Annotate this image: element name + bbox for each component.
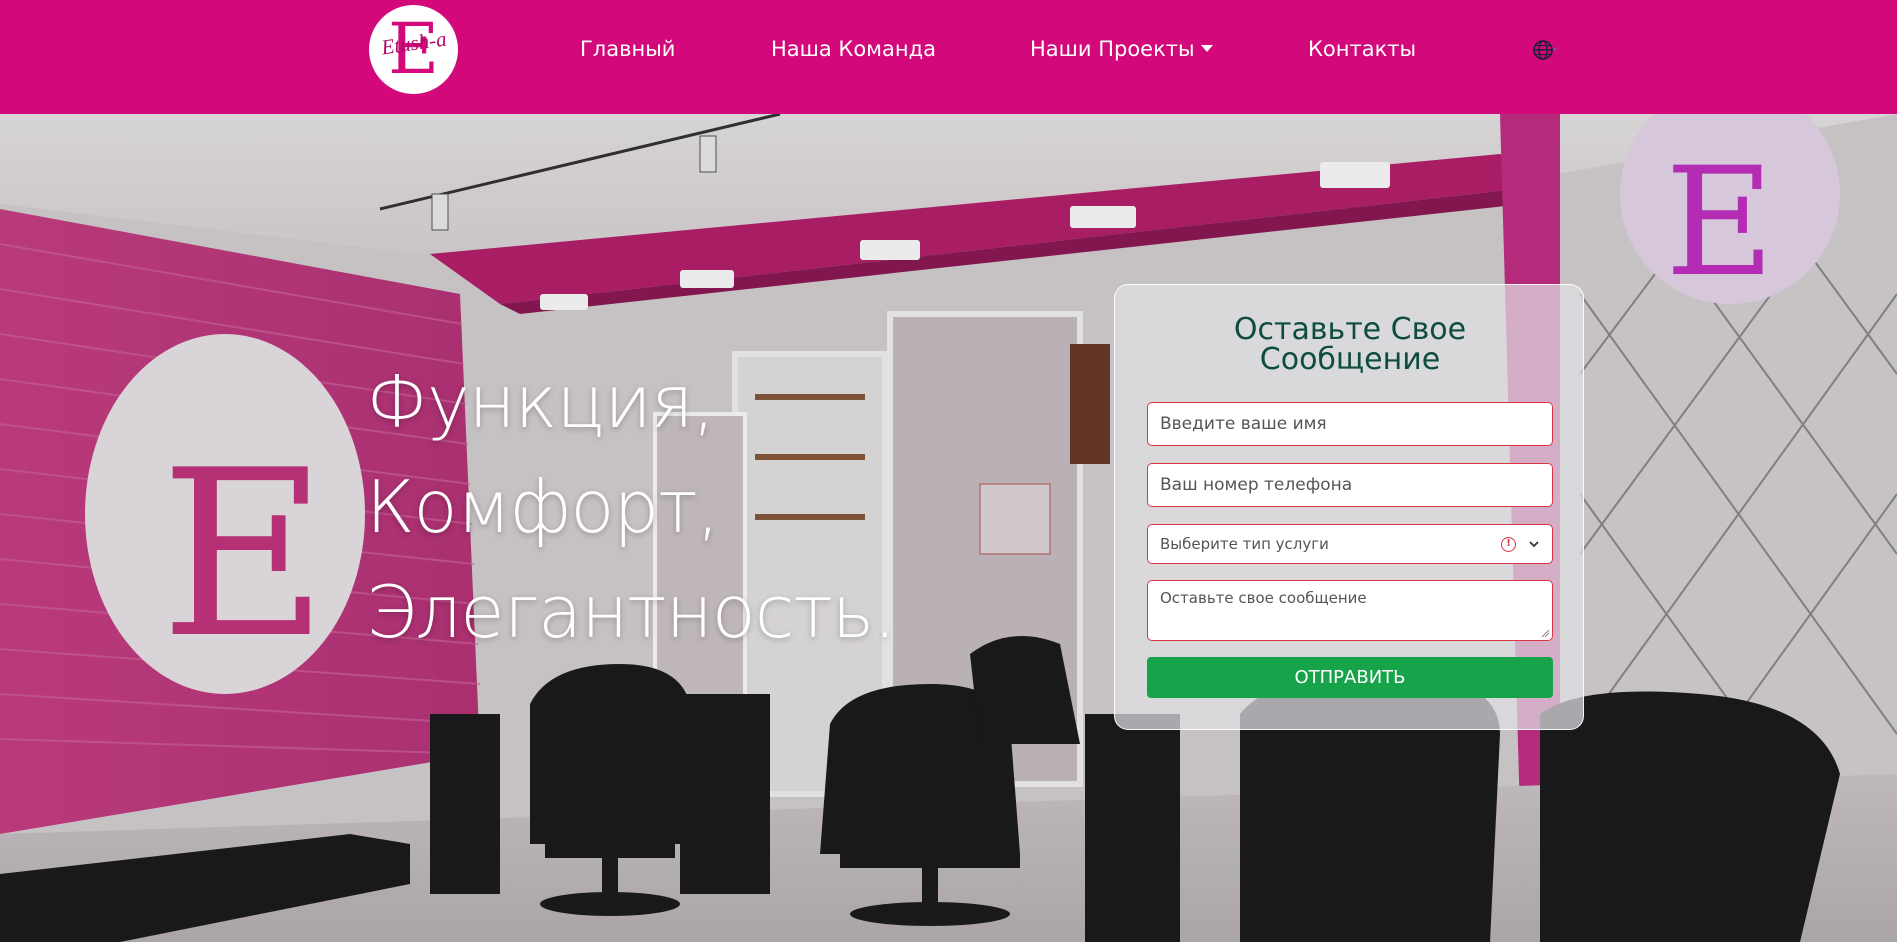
resize-grip-icon[interactable] bbox=[1540, 628, 1550, 638]
warning-icon: ! bbox=[1501, 537, 1516, 552]
hero-headline: Функция, Комфорт, Элегантность. bbox=[366, 350, 1066, 665]
headline-line-1: Функция, bbox=[366, 360, 715, 444]
name-input[interactable]: Введите ваше имя bbox=[1147, 402, 1553, 446]
contact-form: Оставьте Свое Сообщение Введите ваше имя… bbox=[1114, 284, 1584, 730]
hero-section: E E Функция, Комфорт, Элегантность. bbox=[0, 114, 1897, 942]
globe-icon[interactable] bbox=[1532, 38, 1558, 62]
nav-link-team[interactable]: Наша Команда bbox=[771, 36, 936, 62]
message-textarea[interactable]: Оставьте свое сообщение bbox=[1147, 580, 1553, 641]
nav-dropdown-projects[interactable]: Наши Проекты bbox=[1030, 36, 1213, 62]
form-title: Оставьте Свое Сообщение bbox=[1233, 312, 1467, 377]
service-select-placeholder: Выберите тип услуги bbox=[1160, 535, 1329, 553]
caret-down-icon bbox=[1200, 45, 1213, 52]
nav-projects-label: Наши Проекты bbox=[1030, 37, 1195, 61]
message-placeholder: Оставьте свое сообщение bbox=[1160, 589, 1367, 607]
headline-line-2: Комфорт, bbox=[366, 465, 720, 549]
top-navbar: E Etush-a Главный Наша Команда Наши Прое… bbox=[0, 0, 1897, 114]
headline-line-3: Элегантность. bbox=[366, 570, 896, 654]
phone-input[interactable]: Ваш номер телефона bbox=[1147, 463, 1553, 507]
submit-button[interactable]: ОТПРАВИТЬ bbox=[1147, 657, 1553, 698]
nav-link-contacts[interactable]: Контакты bbox=[1308, 36, 1416, 62]
nav-link-home[interactable]: Главный bbox=[580, 36, 675, 62]
service-select[interactable]: Выберите тип услуги ! bbox=[1147, 524, 1553, 564]
chevron-down-icon bbox=[1529, 541, 1539, 548]
brand-logo[interactable]: E Etush-a bbox=[369, 5, 458, 94]
